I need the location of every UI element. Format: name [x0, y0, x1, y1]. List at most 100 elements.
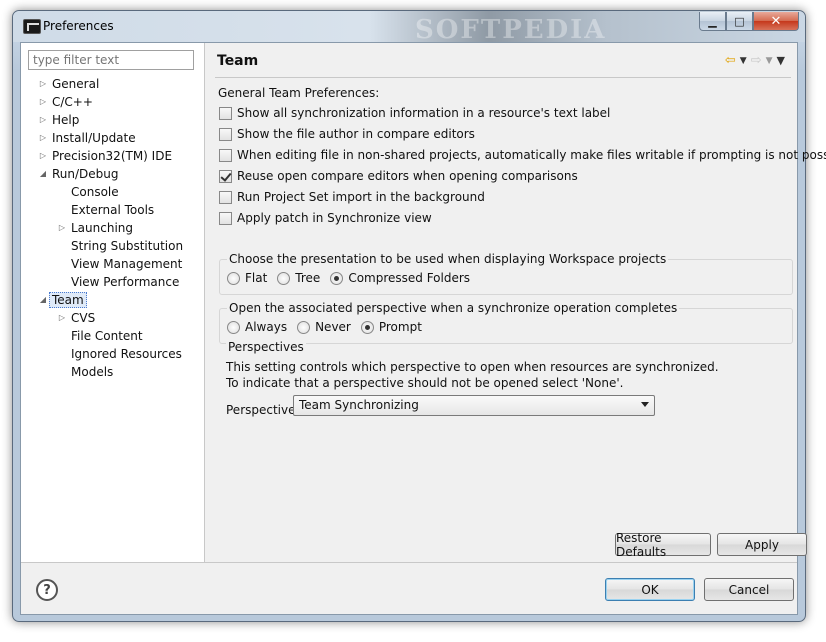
perspectives-group-title: Perspectives — [226, 340, 306, 354]
perspective-label: Perspective: — [226, 403, 300, 417]
perspective-radio-never[interactable]: Never — [297, 320, 351, 334]
ok-button[interactable]: OK — [605, 578, 695, 601]
view-menu-icon[interactable]: ▼ — [777, 54, 785, 67]
tree-item-help[interactable]: ▷ Help — [40, 111, 80, 129]
perspective-radio-prompt[interactable]: Prompt — [360, 320, 422, 334]
perspective-open-group: Open the associated perspective when a s… — [219, 301, 793, 344]
tree-item-models[interactable]: Models — [71, 363, 113, 381]
perspective-combo-value: Team Synchronizing — [299, 398, 419, 412]
team-preference-page: Team ⇦ ▼ ⇨ ▼ ▼ General Team Preferences:… — [207, 43, 826, 562]
collapsed-twisty-icon[interactable]: ▷ — [38, 75, 48, 93]
collapsed-twisty-icon[interactable]: ▷ — [57, 309, 67, 327]
tree-item-team[interactable]: ◢ Team — [40, 291, 87, 309]
perspective-radio-always[interactable]: Always — [227, 320, 287, 334]
radio-button[interactable] — [227, 271, 240, 285]
perspective-open-group-title: Open the associated perspective when a s… — [227, 301, 680, 315]
help-icon[interactable]: ? — [36, 579, 58, 601]
checkbox-label: Show all synchronization information in … — [237, 106, 611, 120]
tree-item-precision32-tm-ide[interactable]: ▷ Precision32(TM) IDE — [40, 147, 173, 165]
watermark: SOFTPEDIA — [415, 15, 607, 45]
tree-item-run-debug[interactable]: ◢ Run/Debug — [40, 165, 119, 183]
back-arrow-icon[interactable]: ⇦ — [725, 53, 736, 68]
expanded-twisty-icon[interactable]: ◢ — [38, 165, 48, 183]
checkbox-row[interactable]: Run Project Set import in the background — [219, 188, 485, 206]
checkbox[interactable] — [219, 190, 232, 204]
minimize-button[interactable]: ▁ — [699, 12, 726, 31]
close-button[interactable]: ✕ — [753, 12, 799, 31]
apply-button[interactable]: Apply — [717, 533, 807, 556]
tree-item-label: Precision32(TM) IDE — [52, 149, 173, 163]
tree-item-label: Models — [71, 365, 114, 379]
presentation-radio-row: Flat Tree Compressed Folders — [227, 271, 480, 285]
page-nav: ⇦ ▼ ⇨ ▼ ▼ — [725, 53, 785, 68]
radio-button[interactable] — [360, 320, 374, 334]
perspective-radio-row: Always Never Prompt — [227, 320, 432, 334]
tree-item-label: Team — [49, 292, 87, 308]
tree-item-string-substitution[interactable]: String Substitution — [71, 237, 183, 255]
radio-label: Tree — [295, 271, 321, 285]
radio-button[interactable] — [297, 320, 311, 334]
tree-item-label: Help — [52, 113, 80, 127]
maximize-button[interactable]: □ — [726, 12, 753, 31]
preference-tree-pane: ▷ General ▷ C/C++ ▷ Help ▷ Install/Update ▷ Preci… — [21, 43, 205, 562]
tree-item-external-tools[interactable]: External Tools — [71, 201, 154, 219]
checkbox[interactable] — [219, 211, 232, 225]
tree-item-launching[interactable]: ▷ Launching — [59, 219, 134, 237]
radio-button[interactable] — [227, 320, 240, 334]
tree-item-label: Launching — [71, 221, 134, 235]
tree-item-label: CVS — [71, 311, 96, 325]
checkbox-row[interactable]: Show the file author in compare editors — [219, 125, 475, 143]
checkbox[interactable] — [219, 148, 232, 162]
collapsed-twisty-icon[interactable]: ▷ — [38, 93, 48, 111]
checkbox-label: When editing file in non-shared projects… — [237, 148, 826, 162]
radio-button[interactable] — [330, 271, 344, 285]
checkbox-label: Apply patch in Synchronize view — [237, 211, 432, 225]
checkbox[interactable] — [219, 169, 232, 183]
expanded-twisty-icon[interactable]: ◢ — [38, 291, 48, 309]
window-title: Preferences — [43, 19, 114, 33]
tree-item-view-management[interactable]: View Management — [71, 255, 182, 273]
checkbox-row[interactable]: Reuse open compare editors when opening … — [219, 167, 578, 185]
collapsed-twisty-icon[interactable]: ▷ — [57, 219, 67, 237]
presentation-radio-tree[interactable]: Tree — [277, 271, 320, 285]
chevron-down-icon — [641, 402, 649, 407]
tree-item-c-c[interactable]: ▷ C/C++ — [40, 93, 93, 111]
checkbox-row[interactable]: Apply patch in Synchronize view — [219, 209, 432, 227]
tree-item-file-content[interactable]: File Content — [71, 327, 143, 345]
presentation-radio-flat[interactable]: Flat — [227, 271, 267, 285]
forward-dropdown-icon[interactable]: ▼ — [766, 56, 773, 66]
window-controls: ▁ □ ✕ — [699, 12, 799, 31]
cancel-button[interactable]: Cancel — [704, 578, 794, 601]
tree-item-console[interactable]: Console — [71, 183, 119, 201]
checkbox[interactable] — [219, 127, 232, 141]
tree-item-label: Install/Update — [52, 131, 136, 145]
tree-item-install-update[interactable]: ▷ Install/Update — [40, 129, 136, 147]
collapsed-twisty-icon[interactable]: ▷ — [38, 129, 48, 147]
filter-input[interactable] — [28, 50, 194, 70]
collapsed-twisty-icon[interactable]: ▷ — [38, 147, 48, 165]
checkbox-row[interactable]: When editing file in non-shared projects… — [219, 146, 826, 164]
radio-label: Always — [245, 320, 288, 334]
restore-defaults-button[interactable]: Restore Defaults — [615, 531, 711, 559]
tree-item-ignored-resources[interactable]: Ignored Resources — [71, 345, 182, 363]
collapsed-twisty-icon[interactable]: ▷ — [38, 111, 48, 129]
tree-item-label: Run/Debug — [52, 167, 119, 181]
checkbox-row[interactable]: Show all synchronization information in … — [219, 104, 610, 122]
back-dropdown-icon[interactable]: ▼ — [740, 56, 747, 66]
forward-arrow-icon[interactable]: ⇨ — [751, 53, 762, 68]
tree-item-label: String Substitution — [71, 239, 184, 253]
title-separator — [215, 77, 791, 78]
tree-item-view-performance[interactable]: View Performance — [71, 273, 179, 291]
tree-item-general[interactable]: ▷ General — [40, 75, 99, 93]
title-bar[interactable]: Preferences SOFTPEDIA ▁ □ ✕ — [13, 11, 805, 45]
perspective-combo[interactable]: Team Synchronizing — [293, 395, 655, 416]
radio-button[interactable] — [277, 271, 291, 285]
perspectives-description-1: This setting controls which perspective … — [226, 360, 719, 374]
tree-item-cvs[interactable]: ▷ CVS — [59, 309, 96, 327]
tree-item-label: View Performance — [71, 275, 180, 289]
checkbox[interactable] — [219, 106, 232, 120]
presentation-group: Choose the presentation to be used when … — [219, 252, 793, 295]
page-title: Team — [217, 53, 259, 69]
presentation-radio-compressed-folders[interactable]: Compressed Folders — [330, 271, 470, 285]
tree-item-label: File Content — [71, 329, 143, 343]
